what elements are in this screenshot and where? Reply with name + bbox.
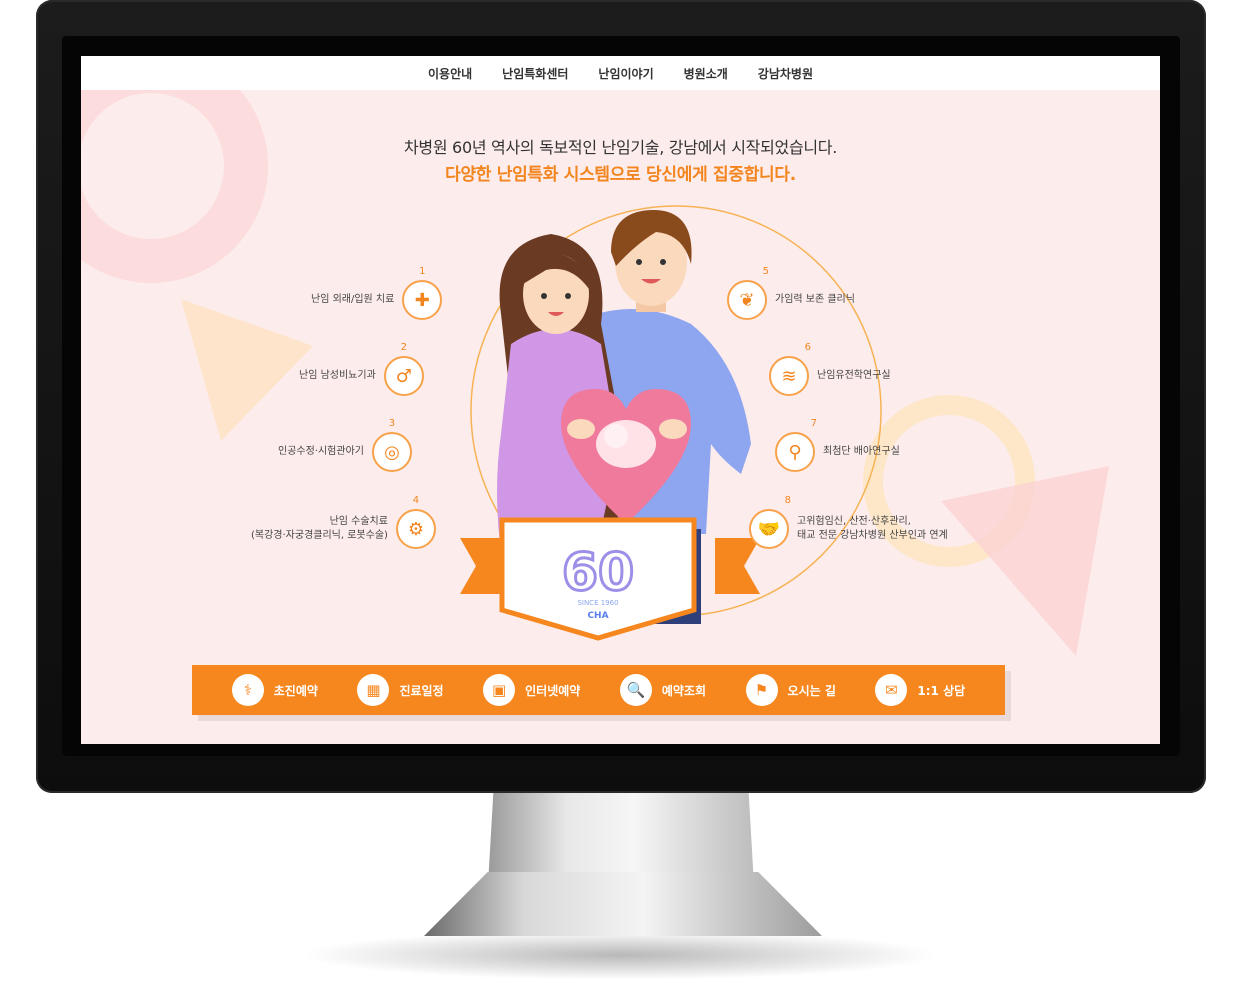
monitor-stand-neck xyxy=(488,793,754,885)
flag-icon: ⚑ xyxy=(745,674,778,706)
emblem-sixty: 60 xyxy=(562,543,634,603)
service-item-8[interactable]: 8 🤝 고위험임신, 산전·산후관리, 태교 전문 강남차병원 산부인과 연계 xyxy=(749,495,948,549)
quick-menu-label: 예약조회 xyxy=(661,683,707,698)
quick-menu-bar: ⚕ 초진예약 ▦ 진료일정 ▣ 인터넷예약 🔍 예약조회 ⚑ 오시는 길 ✉ 1… xyxy=(192,665,1005,715)
document-search-icon: 🔍 xyxy=(619,674,652,706)
website-screen: 이용안내 난임특화센터 난임이야기 병원소개 강남차병원 차병원 60년 역사의… xyxy=(81,56,1160,744)
stethoscope-icon: ⚕ xyxy=(231,674,264,706)
uterus-icon: 5 ❦ xyxy=(727,266,769,320)
quick-menu-directions[interactable]: ⚑ 오시는 길 xyxy=(745,674,836,706)
service-label-6: 난임유전학연구실 xyxy=(817,369,891,381)
emblem-since: SINCE 1960 xyxy=(577,599,618,607)
service-label-5: 가임력 보존 클리닉 xyxy=(775,293,855,305)
handshake-icon: 8 🤝 xyxy=(749,495,791,549)
monitor-stand-base xyxy=(424,872,822,936)
calendar-icon: ▦ xyxy=(357,674,390,706)
nurse-icon: 1 ✚ xyxy=(402,266,443,320)
monitor-shadow xyxy=(300,930,940,980)
service-label-4: 난임 수술치료 (복강경·자궁경클리닉, 로봇수술) xyxy=(251,515,388,542)
service-label-1: 난임 외래/입원 치료 xyxy=(311,293,395,305)
service-label-7: 최첨단 배아연구실 xyxy=(823,445,900,457)
quick-menu-label: 초진예약 xyxy=(273,683,318,698)
microscope-icon: 7 ⚲ xyxy=(775,418,817,472)
robot-arm-icon: 4 ⚙ xyxy=(395,495,436,549)
egg-sperm-icon: 3 ◎ xyxy=(371,418,412,472)
nav-item-infertility-center[interactable]: 난임특화센터 xyxy=(502,65,568,82)
service-label-2: 난임 남성비뇨기과 xyxy=(299,369,376,381)
quick-menu-consultation[interactable]: ✉ 1:1 상담 xyxy=(875,674,965,706)
service-item-7[interactable]: 7 ⚲ 최첨단 배아연구실 xyxy=(775,418,900,472)
nav-item-infertility-story[interactable]: 난임이야기 xyxy=(598,65,653,82)
monitor-icon: ▣ xyxy=(483,674,516,706)
quick-menu-label: 인터넷예약 xyxy=(525,683,581,698)
nav-item-hospital-intro[interactable]: 병원소개 xyxy=(684,65,728,82)
dna-icon: 6 ≋ xyxy=(769,342,811,396)
quick-menu-booking-lookup[interactable]: 🔍 예약조회 xyxy=(619,674,707,706)
nav-item-usage-guide[interactable]: 이용안내 xyxy=(428,65,472,82)
quick-menu-label: 진료일정 xyxy=(399,683,444,698)
quick-menu-schedule[interactable]: ▦ 진료일정 xyxy=(357,674,444,706)
service-label-8: 고위험임신, 산전·산후관리, 태교 전문 강남차병원 산부인과 연계 xyxy=(797,515,948,542)
sixty-anniversary-emblem: 60 SINCE 1960 CHA xyxy=(460,517,760,641)
chat-icon: ✉ xyxy=(875,674,908,706)
top-navigation: 이용안내 난임특화센터 난임이야기 병원소개 강남차병원 xyxy=(81,56,1160,90)
service-item-4[interactable]: 난임 수술치료 (복강경·자궁경클리닉, 로봇수술) 4 ⚙ xyxy=(251,495,436,549)
service-item-6[interactable]: 6 ≋ 난임유전학연구실 xyxy=(769,342,891,396)
male-symbol-icon: 2 ♂ xyxy=(383,342,424,396)
headline-primary: 차병원 60년 역사의 독보적인 난임기술, 강남에서 시작되었습니다. xyxy=(404,138,837,157)
emblem-brand: CHA xyxy=(587,611,608,621)
quick-menu-online-booking[interactable]: ▣ 인터넷예약 xyxy=(483,674,580,706)
headline-secondary: 다양한 난임특화 시스템으로 당신에게 집중합니다. xyxy=(445,165,796,185)
quick-menu-first-visit[interactable]: ⚕ 초진예약 xyxy=(231,674,318,706)
service-item-2[interactable]: 난임 남성비뇨기과 2 ♂ xyxy=(299,342,424,396)
service-item-1[interactable]: 난임 외래/입원 치료 1 ✚ xyxy=(311,266,443,320)
nav-item-gangnam-cha[interactable]: 강남차병원 xyxy=(758,65,813,82)
quick-menu-label: 1:1 상담 xyxy=(917,683,966,698)
service-label-3: 인공수정·시험관아기 xyxy=(278,445,364,457)
quick-menu-label: 오시는 길 xyxy=(787,683,836,698)
service-item-5[interactable]: 5 ❦ 가임력 보존 클리닉 xyxy=(727,266,855,320)
service-item-3[interactable]: 인공수정·시험관아기 3 ◎ xyxy=(278,418,412,472)
